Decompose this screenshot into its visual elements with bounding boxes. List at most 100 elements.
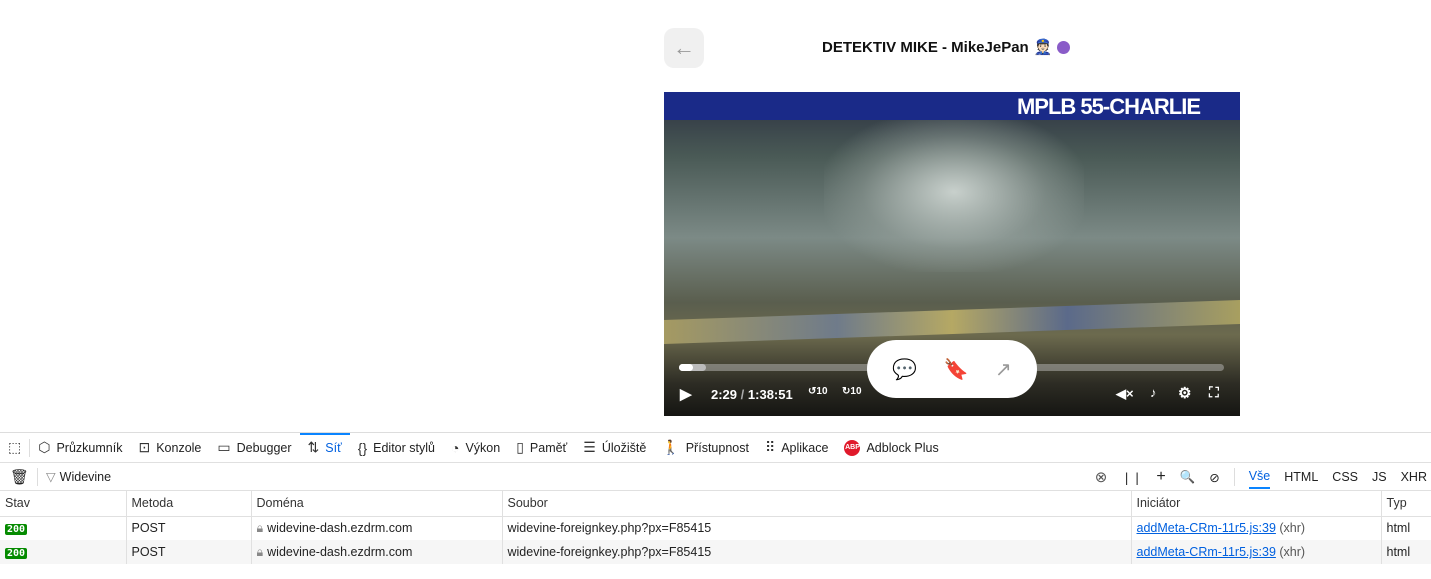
tab-icon: {} [357,439,368,456]
tab-label: Debugger [236,440,292,455]
type-filter-xhr[interactable]: XHR [1401,466,1427,488]
tab-label: Editor stylů [373,440,435,455]
tab-paměť[interactable]: ▯ Paměť [508,433,575,463]
column-header[interactable]: Stav [0,491,127,517]
filter-icon: ▽ [46,470,56,484]
devtools-tabs: ⬚ ⬡ Průzkumník ⊡ Konzole ▭ Debugger ⇅ Síť {} Edit… [0,432,1431,463]
column-header[interactable]: Soubor [502,491,1132,517]
share-arrow-icon[interactable]: ↗ [995,357,1012,382]
muted-volume-icon[interactable]: ◀× [1116,386,1134,402]
filter-tools: ⊗ ❘❘ + 🔍 ⊘ Vše HTML CSS JS XHR [1095,463,1431,491]
tab-icon: 🚶 [662,439,680,455]
column-header[interactable]: Doména [251,491,503,517]
add-icon[interactable]: + [1156,468,1165,486]
domain-cell: 🔒︎ widevine-dash.ezdrm.com [251,540,503,564]
domain: widevine-dash.ezdrm.com [267,544,413,559]
table-header: Stav Metoda Doména Soubor Iniciátor Typ [0,491,1431,517]
tab-debugger[interactable]: ▭ Debugger [209,433,299,463]
channel-title: DETEKTIV MIKE - MikeJePan [822,38,1029,56]
type-cell: html [1381,516,1431,540]
bookmark-icon[interactable]: 🔖 [944,357,969,382]
video-overlay-label: MPLB 55-CHARLIE [1016,94,1201,119]
type-filter-vše[interactable]: Vše [1248,465,1271,489]
clear-filter-icon[interactable]: ⊗ [1095,468,1108,486]
tab-label: Adblock Plus [866,440,939,455]
initiator-link[interactable]: addMeta-CRm-11r5.js:39 [1137,521,1276,535]
tab-icon: ◔ [450,439,460,456]
table-row[interactable]: 200 POST 🔒︎ widevine-dash.ezdrm.com widev… [0,516,1431,540]
initiator-suffix: (xhr) [1279,545,1306,559]
audio-track-icon[interactable]: ♪ [1150,385,1157,400]
tab-editor-stylů[interactable]: {} Editor stylů [350,433,443,463]
played-bar [679,364,693,371]
type-filter-html[interactable]: HTML [1284,466,1318,488]
tab-label: Úložiště [601,440,647,455]
tab-průzkumník[interactable]: ⬡ Průzkumník [30,433,130,463]
rewind-10-button[interactable]: ↺10 [808,386,828,397]
trash-icon[interactable]: 🗑 [10,468,29,486]
status-cell: 200 [0,540,127,564]
back-button[interactable]: ← [664,28,704,68]
column-header[interactable]: Metoda [126,491,252,517]
initiator-suffix: (xhr) [1279,521,1306,536]
file-cell: widevine-foreignkey.php?px=F85415 [502,516,1132,540]
duration: 1:38:51 [747,387,793,402]
tab-label: Paměť [529,440,568,455]
type-filter-js[interactable]: JS [1372,466,1387,488]
video-frame-light [824,112,1084,272]
video-frame-curb [664,299,1240,345]
fullscreen-icon[interactable]: ⛶ [1209,384,1219,401]
element-picker-button[interactable]: ⬚ [0,433,29,463]
method-cell: POST [126,516,252,540]
initiator-cell: addMeta-CRm-11r5.js:39 (xhr) [1131,540,1382,564]
column-header[interactable]: Iniciátor [1131,491,1382,517]
filter-input[interactable]: Widevine [60,470,111,484]
divider [1233,468,1235,486]
verified-badge-icon [1057,40,1071,54]
video-player[interactable]: MPLB 55-CHARLIE ▶ 2:29 / 1:38:51 ↺10 ↻10… [664,92,1240,416]
initiator-cell: addMeta-CRm-11r5.js:39 (xhr) [1131,516,1382,540]
time-separator: / [740,387,745,402]
type-filter-css[interactable]: CSS [1332,466,1358,488]
column-header[interactable]: Typ [1381,491,1431,517]
page-title: DETEKTIV MIKE - MikeJePan 👮🏻 [822,38,1071,56]
police-emoji: 👮🏻 [1033,39,1053,56]
file-cell: widevine-foreignkey.php?px=F85415 [502,540,1132,564]
status-badge: 200 [5,548,28,559]
tab-aplikace[interactable]: ⠿ Aplikace [757,433,837,463]
pause-icon[interactable]: ❘❘ [1121,470,1142,485]
time-display: 2:29 / 1:38:51 [711,387,793,402]
tab-adblock-plus[interactable]: ABP Adblock Plus [836,433,946,463]
status-cell: 200 [0,516,127,540]
current-time: 2:29 [711,387,738,402]
tab-síť[interactable]: ⇅ Síť [299,432,351,463]
block-icon[interactable]: ⊘ [1209,470,1219,485]
domain: widevine-dash.ezdrm.com [267,520,413,535]
search-icon[interactable]: 🔍 [1180,470,1196,485]
divider [37,467,39,486]
tab-label: Přístupnost [685,440,749,455]
tab-výkon[interactable]: ◔ Výkon [443,433,508,463]
tab-úložiště[interactable]: ☰ Úložiště [575,433,654,463]
play-icon[interactable]: ▶ [680,385,692,403]
tab-icon: ▭ [217,439,231,455]
action-pill: 💬 🔖 ↗ [867,340,1037,398]
forward-10-button[interactable]: ↻10 [842,386,862,397]
lock-icon: 🔒︎ [256,520,264,535]
tab-label: Průzkumník [56,440,123,455]
network-table: Stav Metoda Doména Soubor Iniciátor Typ 200 P… [0,491,1431,564]
tab-přístupnost[interactable]: 🚶 Přístupnost [654,433,757,463]
settings-gear-icon[interactable]: ⚙ [1178,384,1191,402]
tab-icon: ⇅ [307,439,320,455]
tab-icon: ⠿ [764,439,776,455]
tab-label: Výkon [465,440,501,455]
devtools-panel: ⬚ ⬡ Průzkumník ⊡ Konzole ▭ Debugger ⇅ Síť {} Edit… [0,432,1431,579]
table-row[interactable]: 200 POST 🔒︎ widevine-dash.ezdrm.com widev… [0,540,1431,564]
initiator-link[interactable]: addMeta-CRm-11r5.js:39 [1137,545,1276,559]
video-overlay-banner: MPLB 55-CHARLIE [664,92,1240,120]
type-cell: html [1381,540,1431,564]
tab-icon: ☰ [583,439,596,455]
forward-label: 10 [850,386,862,397]
comment-add-icon[interactable]: 💬 [892,357,917,382]
tab-konzole[interactable]: ⊡ Konzole [130,433,209,463]
